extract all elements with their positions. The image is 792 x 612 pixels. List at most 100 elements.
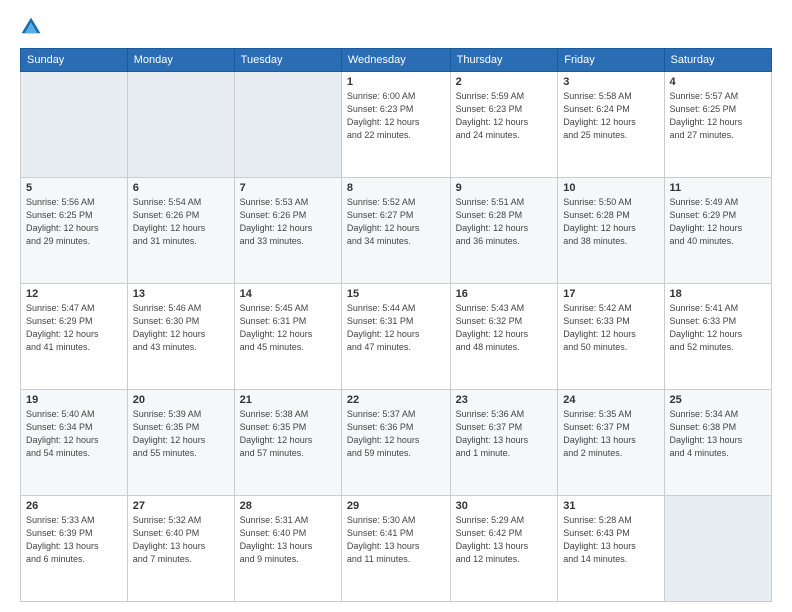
calendar-cell: 28 Sunrise: 5:31 AM Sunset: 6:40 PM Dayli… xyxy=(234,496,341,602)
day-number: 12 xyxy=(26,288,122,300)
calendar-cell: 3 Sunrise: 5:58 AM Sunset: 6:24 PM Daylig… xyxy=(558,72,664,178)
day-info: Sunrise: 5:58 AM Sunset: 6:24 PM Dayligh… xyxy=(563,90,658,142)
calendar-cell: 14 Sunrise: 5:45 AM Sunset: 6:31 PM Dayli… xyxy=(234,284,341,390)
calendar-cell: 25 Sunrise: 5:34 AM Sunset: 6:38 PM Dayli… xyxy=(664,390,771,496)
calendar-cell: 20Sunrise: 5:39 AM Sunset: 6:35 PM Dayli… xyxy=(127,390,234,496)
day-info: Sunrise: 5:47 AM Sunset: 6:29 PM Dayligh… xyxy=(26,302,122,354)
day-number: 7 xyxy=(240,182,336,194)
logo-icon xyxy=(20,16,42,38)
calendar: SundayMondayTuesdayWednesdayThursdayFrid… xyxy=(20,48,772,602)
day-info: Sunrise: 5:56 AM Sunset: 6:25 PM Dayligh… xyxy=(26,196,122,248)
day-number: 24 xyxy=(563,394,658,406)
day-info: Sunrise: 5:50 AM Sunset: 6:28 PM Dayligh… xyxy=(563,196,658,248)
calendar-cell: 24Sunrise: 5:35 AM Sunset: 6:37 PM Dayli… xyxy=(558,390,664,496)
day-number: 10 xyxy=(563,182,658,194)
day-number: 11 xyxy=(670,182,766,194)
calendar-cell: 1 Sunrise: 6:00 AM Sunset: 6:23 PM Daylig… xyxy=(341,72,450,178)
day-number: 26 xyxy=(26,500,122,512)
day-number: 2 xyxy=(456,76,553,88)
day-info: Sunrise: 5:30 AM Sunset: 6:41 PM Dayligh… xyxy=(347,514,445,566)
day-info: Sunrise: 5:32 AM Sunset: 6:40 PM Dayligh… xyxy=(133,514,229,566)
day-info: Sunrise: 5:36 AM Sunset: 6:37 PM Dayligh… xyxy=(456,408,553,460)
day-info: Sunrise: 5:34 AM Sunset: 6:38 PM Dayligh… xyxy=(670,408,766,460)
weekday-header-tuesday: Tuesday xyxy=(234,49,341,72)
day-number: 25 xyxy=(670,394,766,406)
calendar-cell: 22 Sunrise: 5:37 AM Sunset: 6:36 PM Dayli… xyxy=(341,390,450,496)
weekday-header-row: SundayMondayTuesdayWednesdayThursdayFrid… xyxy=(21,49,772,72)
day-info: Sunrise: 5:45 AM Sunset: 6:31 PM Dayligh… xyxy=(240,302,336,354)
day-number: 16 xyxy=(456,288,553,300)
day-number: 18 xyxy=(670,288,766,300)
calendar-cell: 9 Sunrise: 5:51 AM Sunset: 6:28 PM Daylig… xyxy=(450,178,558,284)
calendar-week-3: 19 Sunrise: 5:40 AM Sunset: 6:34 PM Dayli… xyxy=(21,390,772,496)
calendar-cell xyxy=(21,72,128,178)
day-info: Sunrise: 5:59 AM Sunset: 6:23 PM Dayligh… xyxy=(456,90,553,142)
day-number: 6 xyxy=(133,182,229,194)
day-number: 21 xyxy=(240,394,336,406)
day-info: Sunrise: 5:37 AM Sunset: 6:36 PM Dayligh… xyxy=(347,408,445,460)
calendar-cell: 31 Sunrise: 5:28 AM Sunset: 6:43 PM Dayli… xyxy=(558,496,664,602)
calendar-cell: 11 Sunrise: 5:49 AM Sunset: 6:29 PM Dayli… xyxy=(664,178,771,284)
calendar-cell xyxy=(234,72,341,178)
day-number: 1 xyxy=(347,76,445,88)
day-info: Sunrise: 5:29 AM Sunset: 6:42 PM Dayligh… xyxy=(456,514,553,566)
day-info: Sunrise: 5:40 AM Sunset: 6:34 PM Dayligh… xyxy=(26,408,122,460)
calendar-cell xyxy=(127,72,234,178)
calendar-cell: 13Sunrise: 5:46 AM Sunset: 6:30 PM Dayli… xyxy=(127,284,234,390)
day-info: Sunrise: 5:28 AM Sunset: 6:43 PM Dayligh… xyxy=(563,514,658,566)
day-number: 28 xyxy=(240,500,336,512)
day-info: Sunrise: 5:41 AM Sunset: 6:33 PM Dayligh… xyxy=(670,302,766,354)
day-number: 3 xyxy=(563,76,658,88)
calendar-cell: 18 Sunrise: 5:41 AM Sunset: 6:33 PM Dayli… xyxy=(664,284,771,390)
day-number: 13 xyxy=(133,288,229,300)
day-info: Sunrise: 5:52 AM Sunset: 6:27 PM Dayligh… xyxy=(347,196,445,248)
logo xyxy=(20,16,46,38)
calendar-week-4: 26 Sunrise: 5:33 AM Sunset: 6:39 PM Dayli… xyxy=(21,496,772,602)
calendar-cell: 2 Sunrise: 5:59 AM Sunset: 6:23 PM Daylig… xyxy=(450,72,558,178)
day-number: 29 xyxy=(347,500,445,512)
calendar-cell: 10 Sunrise: 5:50 AM Sunset: 6:28 PM Dayli… xyxy=(558,178,664,284)
day-info: Sunrise: 6:00 AM Sunset: 6:23 PM Dayligh… xyxy=(347,90,445,142)
day-number: 14 xyxy=(240,288,336,300)
day-number: 4 xyxy=(670,76,766,88)
calendar-cell: 23 Sunrise: 5:36 AM Sunset: 6:37 PM Dayli… xyxy=(450,390,558,496)
calendar-cell: 4 Sunrise: 5:57 AM Sunset: 6:25 PM Daylig… xyxy=(664,72,771,178)
calendar-cell: 12 Sunrise: 5:47 AM Sunset: 6:29 PM Dayli… xyxy=(21,284,128,390)
calendar-cell: 17Sunrise: 5:42 AM Sunset: 6:33 PM Dayli… xyxy=(558,284,664,390)
calendar-cell: 26 Sunrise: 5:33 AM Sunset: 6:39 PM Dayli… xyxy=(21,496,128,602)
day-info: Sunrise: 5:53 AM Sunset: 6:26 PM Dayligh… xyxy=(240,196,336,248)
day-info: Sunrise: 5:43 AM Sunset: 6:32 PM Dayligh… xyxy=(456,302,553,354)
day-info: Sunrise: 5:51 AM Sunset: 6:28 PM Dayligh… xyxy=(456,196,553,248)
calendar-cell: 6 Sunrise: 5:54 AM Sunset: 6:26 PM Daylig… xyxy=(127,178,234,284)
day-number: 5 xyxy=(26,182,122,194)
calendar-week-2: 12 Sunrise: 5:47 AM Sunset: 6:29 PM Dayli… xyxy=(21,284,772,390)
day-number: 19 xyxy=(26,394,122,406)
day-number: 20 xyxy=(133,394,229,406)
calendar-cell: 19 Sunrise: 5:40 AM Sunset: 6:34 PM Dayli… xyxy=(21,390,128,496)
day-info: Sunrise: 5:31 AM Sunset: 6:40 PM Dayligh… xyxy=(240,514,336,566)
weekday-header-monday: Monday xyxy=(127,49,234,72)
weekday-header-saturday: Saturday xyxy=(664,49,771,72)
day-number: 31 xyxy=(563,500,658,512)
calendar-cell: 15 Sunrise: 5:44 AM Sunset: 6:31 PM Dayli… xyxy=(341,284,450,390)
day-info: Sunrise: 5:33 AM Sunset: 6:39 PM Dayligh… xyxy=(26,514,122,566)
day-info: Sunrise: 5:38 AM Sunset: 6:35 PM Dayligh… xyxy=(240,408,336,460)
day-info: Sunrise: 5:54 AM Sunset: 6:26 PM Dayligh… xyxy=(133,196,229,248)
day-info: Sunrise: 5:57 AM Sunset: 6:25 PM Dayligh… xyxy=(670,90,766,142)
day-info: Sunrise: 5:44 AM Sunset: 6:31 PM Dayligh… xyxy=(347,302,445,354)
day-number: 17 xyxy=(563,288,658,300)
header xyxy=(20,16,772,38)
day-info: Sunrise: 5:49 AM Sunset: 6:29 PM Dayligh… xyxy=(670,196,766,248)
day-number: 27 xyxy=(133,500,229,512)
calendar-cell: 7 Sunrise: 5:53 AM Sunset: 6:26 PM Daylig… xyxy=(234,178,341,284)
day-number: 9 xyxy=(456,182,553,194)
calendar-cell: 16 Sunrise: 5:43 AM Sunset: 6:32 PM Dayli… xyxy=(450,284,558,390)
weekday-header-wednesday: Wednesday xyxy=(341,49,450,72)
page: SundayMondayTuesdayWednesdayThursdayFrid… xyxy=(0,0,792,612)
day-number: 23 xyxy=(456,394,553,406)
weekday-header-sunday: Sunday xyxy=(21,49,128,72)
day-number: 15 xyxy=(347,288,445,300)
calendar-cell: 29 Sunrise: 5:30 AM Sunset: 6:41 PM Dayli… xyxy=(341,496,450,602)
day-number: 22 xyxy=(347,394,445,406)
calendar-week-0: 1 Sunrise: 6:00 AM Sunset: 6:23 PM Daylig… xyxy=(21,72,772,178)
